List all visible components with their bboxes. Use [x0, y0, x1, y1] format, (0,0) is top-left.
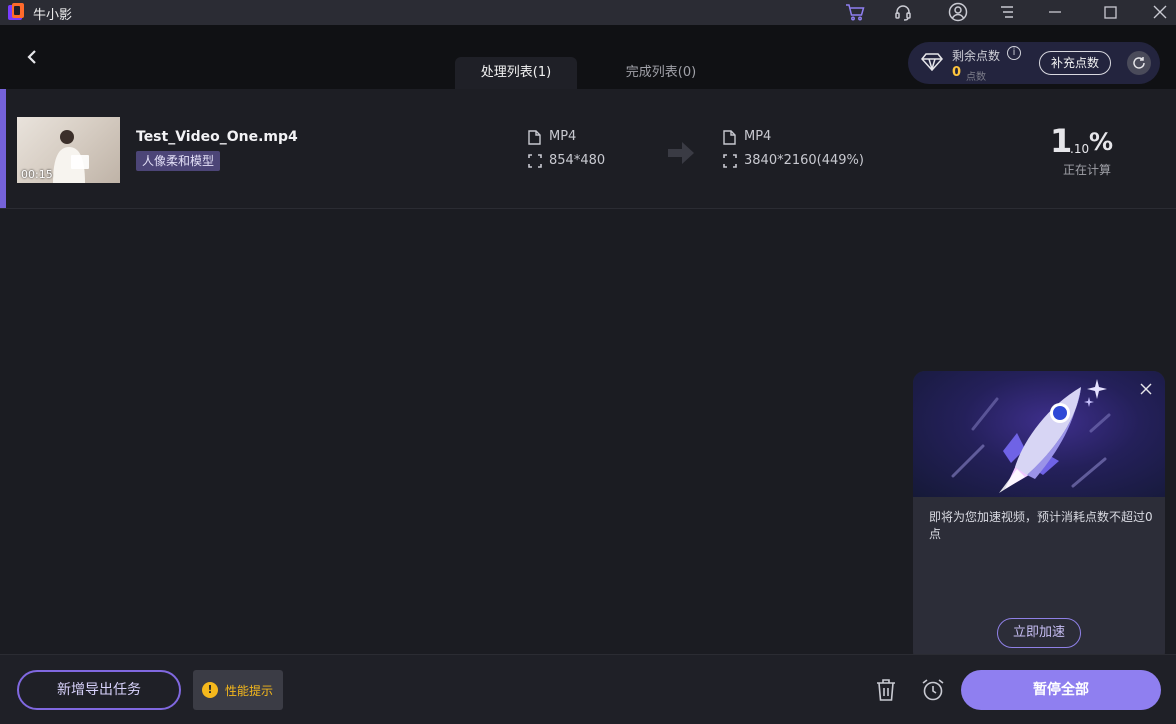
pause-all-button[interactable]: 暂停全部	[961, 670, 1161, 710]
rocket-icon	[951, 379, 1111, 493]
file-name: Test_Video_One.mp4	[136, 129, 298, 145]
arrow-right-icon	[668, 142, 694, 164]
source-format: MP4	[549, 129, 577, 144]
points-label: 剩余点数	[952, 49, 1001, 63]
headset-icon[interactable]	[892, 1, 914, 23]
maximize-icon[interactable]	[1099, 1, 1121, 23]
menu-icon[interactable]	[996, 1, 1018, 23]
refresh-button[interactable]	[1127, 51, 1151, 75]
file-icon	[528, 130, 541, 145]
resolution-icon	[528, 154, 542, 168]
delete-button[interactable]	[873, 677, 899, 703]
progress-percent-sign: %	[1089, 128, 1114, 156]
points-value: 0	[952, 65, 962, 80]
tab-completed[interactable]: 完成列表(0)	[600, 57, 722, 89]
recharge-points-button[interactable]: 补充点数	[1039, 51, 1111, 75]
warning-icon: !	[202, 682, 218, 698]
tab-processing[interactable]: 处理列表(1)	[455, 57, 577, 89]
alarm-clock-icon	[922, 679, 944, 701]
popup-banner	[913, 371, 1165, 497]
speedup-popup: 即将为您加速视频，预计消耗点数不超过0点 立即加速	[913, 371, 1165, 664]
close-icon[interactable]	[1149, 1, 1171, 23]
points-unit: 点数	[966, 72, 986, 83]
popup-message: 即将为您加速视频，预计消耗点数不超过0点	[929, 510, 1153, 541]
video-duration: 00:15	[21, 168, 53, 181]
progress-status: 正在计算	[1063, 163, 1112, 177]
diamond-icon	[921, 53, 943, 75]
source-resolution: 854*480	[549, 153, 606, 168]
header: 处理列表(1) 完成列表(0) 剩余点数 i 0 点数 补充点数	[0, 25, 1176, 89]
task-row[interactable]: 00:15 Test_Video_One.mp4 人像柔和模型 MP4 854*…	[0, 89, 1176, 209]
user-icon[interactable]	[947, 1, 969, 23]
progress-integer: 1	[1050, 122, 1073, 160]
title-bar: 牛小影	[0, 0, 1176, 25]
cart-icon[interactable]	[844, 1, 866, 23]
close-icon	[1140, 383, 1152, 395]
progress-decimal: .10	[1070, 142, 1090, 156]
target-format: MP4	[744, 129, 772, 144]
trash-icon	[877, 679, 895, 701]
back-button[interactable]	[20, 45, 44, 69]
popup-close-button[interactable]	[1137, 380, 1155, 398]
new-export-task-button[interactable]: 新增导出任务	[17, 670, 181, 710]
performance-tip-button[interactable]: ! 性能提示	[193, 670, 283, 710]
points-panel: 剩余点数 i 0 点数 补充点数	[908, 42, 1160, 84]
chevron-left-icon	[27, 50, 36, 64]
footer: 新增导出任务 ! 性能提示 暂停全部	[0, 654, 1176, 724]
person-figure-icon	[53, 130, 89, 183]
app-logo-icon	[6, 2, 26, 22]
file-icon	[723, 130, 736, 145]
schedule-button[interactable]	[920, 677, 946, 703]
video-thumbnail[interactable]: 00:15	[17, 117, 120, 183]
row-accent-bar	[0, 89, 6, 208]
target-resolution: 3840*2160(449%)	[744, 153, 864, 168]
info-icon[interactable]: i	[1007, 46, 1021, 60]
minimize-icon[interactable]	[1044, 1, 1066, 23]
refresh-icon	[1133, 57, 1145, 69]
speedup-now-button[interactable]: 立即加速	[997, 618, 1081, 648]
resolution-icon	[723, 154, 737, 168]
app-name: 牛小影	[33, 8, 73, 23]
performance-tip-label: 性能提示	[225, 684, 274, 698]
model-tag: 人像柔和模型	[136, 151, 221, 171]
